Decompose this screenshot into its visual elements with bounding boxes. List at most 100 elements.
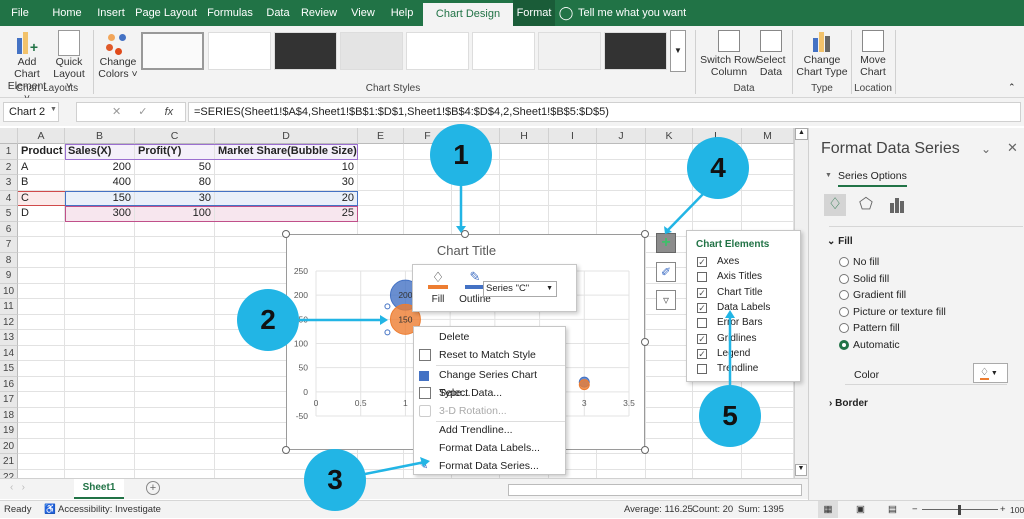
tab-chart-design[interactable]: Chart Design xyxy=(423,3,513,26)
radio-gradient-fill[interactable] xyxy=(839,290,849,301)
table-cell[interactable]: D xyxy=(18,206,65,222)
sheet-tab-sheet1[interactable]: Sheet1 xyxy=(74,479,124,499)
chart-filters-button[interactable]: ▿ xyxy=(656,290,676,310)
row-header-15[interactable]: 15 xyxy=(0,361,18,377)
cell[interactable] xyxy=(18,330,65,346)
menu-item-format-data-series[interactable]: ✎ Format Data Series... xyxy=(414,457,564,475)
row-header-20[interactable]: 20 xyxy=(0,438,18,454)
cell[interactable] xyxy=(135,237,215,253)
page-break-view-icon[interactable]: ▤ xyxy=(888,501,897,519)
checkbox[interactable]: ✓ xyxy=(697,333,707,344)
cell[interactable] xyxy=(597,175,646,191)
cell[interactable] xyxy=(135,314,215,330)
row-header-13[interactable]: 13 xyxy=(0,330,18,346)
cell[interactable] xyxy=(597,144,646,160)
cell[interactable] xyxy=(597,206,646,222)
cell[interactable] xyxy=(18,454,65,470)
cell[interactable] xyxy=(65,454,135,470)
cell[interactable] xyxy=(18,268,65,284)
checkbox[interactable] xyxy=(697,364,707,375)
switch-row-column-button[interactable]: Switch Row/Column xyxy=(700,30,758,78)
horizontal-scrollbar[interactable] xyxy=(508,484,802,496)
row-header-18[interactable]: 18 xyxy=(0,407,18,423)
table-cell[interactable]: A xyxy=(18,159,65,175)
cell[interactable] xyxy=(646,392,693,408)
cell[interactable] xyxy=(135,454,215,470)
cell[interactable] xyxy=(135,268,215,284)
cell[interactable] xyxy=(18,376,65,392)
cell[interactable] xyxy=(693,206,742,222)
cell[interactable] xyxy=(646,407,693,423)
resize-handle[interactable] xyxy=(461,230,469,238)
cell[interactable] xyxy=(646,206,693,222)
table-cell[interactable]: 10 xyxy=(215,159,358,175)
fill-section-header[interactable]: ⌄ Fill xyxy=(827,236,853,247)
tab-review[interactable]: Review xyxy=(298,0,340,26)
cell[interactable] xyxy=(549,159,597,175)
cell[interactable] xyxy=(404,190,452,206)
cell[interactable] xyxy=(742,159,794,175)
cell[interactable] xyxy=(65,330,135,346)
tab-page-layout[interactable]: Page Layout xyxy=(134,0,198,26)
cell[interactable] xyxy=(135,299,215,315)
page-layout-view-icon[interactable]: ▣ xyxy=(856,501,865,519)
chart-style-6[interactable] xyxy=(472,32,535,70)
collapse-ribbon-icon[interactable]: ⌃ xyxy=(1008,82,1016,93)
checkbox[interactable]: ✓ xyxy=(697,287,707,298)
cell[interactable] xyxy=(135,438,215,454)
cell[interactable] xyxy=(65,237,135,253)
cell[interactable] xyxy=(65,376,135,392)
row-header-12[interactable]: 12 xyxy=(0,314,18,330)
column-header-C[interactable]: C xyxy=(135,128,215,144)
cell[interactable] xyxy=(358,190,404,206)
cell[interactable] xyxy=(452,206,500,222)
menu-item-delete[interactable]: Delete xyxy=(414,328,564,346)
row-header-3[interactable]: 3 xyxy=(0,175,18,191)
row-header-2[interactable]: 2 xyxy=(0,159,18,175)
cell[interactable] xyxy=(135,345,215,361)
cell[interactable] xyxy=(646,454,693,470)
cell[interactable] xyxy=(18,423,65,439)
tab-series-options[interactable]: Series Options xyxy=(838,170,907,187)
select-all-corner[interactable] xyxy=(0,128,18,144)
styles-more-button[interactable]: ▼ xyxy=(670,30,686,72)
cell[interactable] xyxy=(135,423,215,439)
column-header-K[interactable]: K xyxy=(646,128,693,144)
row-header-21[interactable]: 21 xyxy=(0,454,18,470)
column-header-A[interactable]: A xyxy=(18,128,65,144)
zoom-out-button[interactable]: − xyxy=(912,501,918,519)
fill-button[interactable]: ♢ Fill xyxy=(421,269,455,305)
cell[interactable] xyxy=(742,454,794,470)
tell-me-search[interactable]: Tell me what you want to do xyxy=(578,0,698,45)
table-cell[interactable]: Product xyxy=(18,144,65,160)
row-header-14[interactable]: 14 xyxy=(0,345,18,361)
scroll-up-button[interactable]: ▲ xyxy=(795,128,808,140)
cell[interactable] xyxy=(646,175,693,191)
cell[interactable] xyxy=(65,423,135,439)
cell[interactable] xyxy=(135,407,215,423)
row-header-19[interactable]: 19 xyxy=(0,423,18,439)
cell[interactable] xyxy=(646,423,693,439)
cell[interactable] xyxy=(500,206,549,222)
column-header-H[interactable]: H xyxy=(500,128,549,144)
insert-function-icon[interactable]: fx xyxy=(165,106,174,118)
cell[interactable] xyxy=(65,268,135,284)
table-cell[interactable]: 200 xyxy=(65,159,135,175)
chart-element-axis-titles[interactable]: Axis Titles xyxy=(687,271,800,285)
chart-element-chart-title[interactable]: ✓ Chart Title xyxy=(687,287,800,301)
cell[interactable] xyxy=(597,159,646,175)
chart-style-2[interactable] xyxy=(208,32,271,70)
checkbox[interactable] xyxy=(697,318,707,329)
table-cell[interactable]: 400 xyxy=(65,175,135,191)
cell[interactable] xyxy=(500,190,549,206)
cell[interactable] xyxy=(135,392,215,408)
column-header-B[interactable]: B xyxy=(65,128,135,144)
accessibility-status[interactable]: Accessibility: Investigate xyxy=(58,501,161,519)
zoom-slider-thumb[interactable] xyxy=(958,505,961,515)
tab-insert[interactable]: Insert xyxy=(92,0,130,26)
row-header-17[interactable]: 17 xyxy=(0,392,18,408)
cell[interactable] xyxy=(65,361,135,377)
resize-handle[interactable] xyxy=(641,338,649,346)
tab-help[interactable]: Help xyxy=(386,0,418,26)
chart-style-3[interactable] xyxy=(274,32,337,70)
